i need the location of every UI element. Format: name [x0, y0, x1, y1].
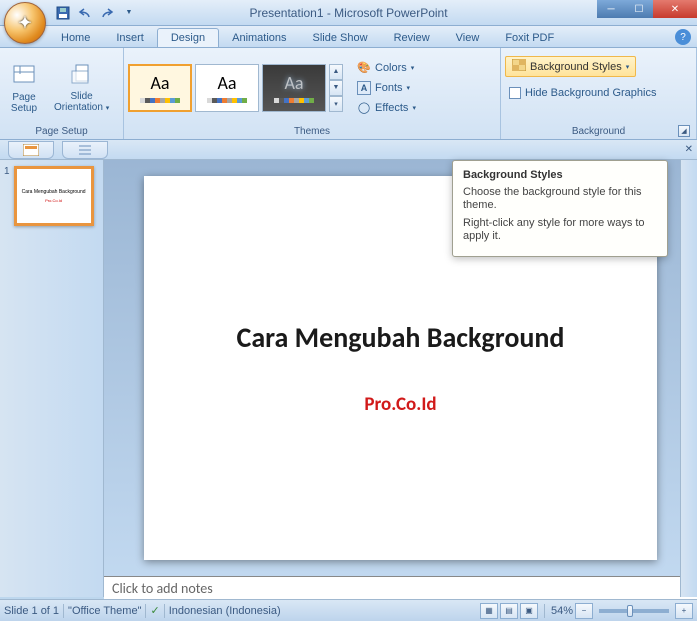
theme-colors-button[interactable]: 🎨Colors ▾ [353, 58, 420, 78]
thumb-title: Cara Mengubah Background [22, 189, 86, 195]
fonts-label: Fonts [375, 82, 403, 94]
colors-icon: 🎨 [357, 61, 371, 75]
hide-bg-graphics-checkbox[interactable]: Hide Background Graphics [505, 85, 660, 101]
zoom-in-button[interactable]: + [675, 603, 693, 619]
outline-pane-tab[interactable] [62, 141, 108, 159]
slide-title-text[interactable]: Cara Mengubah Background [237, 320, 565, 355]
bg-styles-label: Background Styles [530, 61, 622, 73]
tooltip-line1: Choose the background style for this the… [463, 186, 657, 212]
zoom-slider-handle[interactable] [627, 605, 633, 617]
status-theme: "Office Theme" [68, 605, 141, 617]
thumb-subtitle: Pro.Co.Id [45, 198, 62, 203]
checkbox-icon [509, 87, 521, 99]
tab-review[interactable]: Review [381, 29, 443, 47]
theme-aa-text: Aa [150, 72, 169, 94]
ribbon: Page Setup Slide Orientation ▾ Page Setu… [0, 48, 697, 140]
theme-thumb-1[interactable]: Aa [128, 64, 192, 112]
group-page-setup: Page Setup Slide Orientation ▾ Page Setu… [0, 48, 124, 139]
orientation-label: Slide Orientation ▾ [54, 91, 109, 114]
sorter-view-button[interactable]: ▤ [500, 603, 518, 619]
background-dialog-launcher[interactable]: ◢ [678, 125, 690, 137]
slide-orientation-button[interactable]: Slide Orientation ▾ [48, 59, 115, 116]
tooltip-line2: Right-click any style for more ways to a… [463, 217, 657, 243]
theme-effects-button[interactable]: ◯Effects ▾ [353, 98, 420, 118]
slide-subtitle-text[interactable]: Pro.Co.Id [364, 393, 436, 416]
theme-scroll-up[interactable]: ▲ [329, 64, 343, 80]
pane-tab-bar: ✕ [0, 140, 697, 160]
group-label-pagesetup: Page Setup [4, 125, 119, 139]
theme-fonts-button[interactable]: AFonts ▾ [353, 78, 420, 98]
tooltip-background-styles: Background Styles Choose the background … [452, 160, 668, 257]
effects-label: Effects [375, 102, 408, 114]
close-button[interactable]: ✕ [653, 0, 697, 18]
outline-tab-icon [78, 145, 92, 155]
hide-bg-label: Hide Background Graphics [525, 87, 656, 99]
tab-home[interactable]: Home [48, 29, 103, 47]
group-label-themes: Themes [128, 125, 496, 139]
thumb-number: 1 [4, 166, 10, 226]
theme-thumb-2[interactable]: Aa [195, 64, 259, 112]
tab-insert[interactable]: Insert [103, 29, 157, 47]
slide-thumbnail-1[interactable]: Cara Mengubah Background Pro.Co.Id [14, 166, 94, 226]
theme-aa-text: Aa [217, 72, 236, 94]
slides-pane-tab[interactable] [8, 141, 54, 159]
status-bar: Slide 1 of 1 "Office Theme" ✓ Indonesian… [0, 599, 697, 621]
tab-view[interactable]: View [443, 29, 493, 47]
office-logo-icon: ✦ [18, 13, 31, 33]
colors-label: Colors [375, 62, 407, 74]
maximize-button[interactable]: ☐ [625, 0, 653, 18]
window-controls: ─ ☐ ✕ [597, 0, 697, 18]
vertical-scrollbar[interactable] [680, 160, 697, 597]
group-background: Background Styles ▾ Hide Background Grap… [501, 48, 697, 139]
status-slide-number: Slide 1 of 1 [4, 605, 59, 617]
tab-slideshow[interactable]: Slide Show [300, 29, 381, 47]
slide-thumbnail-pane: 1 Cara Mengubah Background Pro.Co.Id [0, 160, 104, 597]
redo-icon[interactable] [98, 4, 116, 22]
tab-foxitpdf[interactable]: Foxit PDF [492, 29, 567, 47]
background-styles-icon [512, 59, 526, 74]
group-label-background: Background◢ [505, 125, 692, 139]
notes-pane[interactable]: Click to add notes [104, 576, 697, 600]
title-bar: ✦ ▼ Presentation1 - Microsoft PowerPoint… [0, 0, 697, 26]
theme-gallery-expand[interactable]: ▾ [329, 96, 343, 112]
theme-thumb-3[interactable]: Aa [262, 64, 326, 112]
normal-view-button[interactable]: ▦ [480, 603, 498, 619]
zoom-out-button[interactable]: − [575, 603, 593, 619]
tab-design[interactable]: Design [157, 28, 219, 47]
office-button[interactable]: ✦ [4, 2, 46, 44]
effects-icon: ◯ [357, 101, 371, 115]
group-themes: Aa Aa Aa ▲ ▼ ▾ 🎨 Colors ▾ [124, 48, 501, 139]
save-icon[interactable] [54, 4, 72, 22]
page-setup-label: Page Setup [11, 92, 37, 114]
slideshow-view-button[interactable]: ▣ [520, 603, 538, 619]
page-setup-icon [10, 62, 38, 90]
tooltip-title: Background Styles [463, 169, 657, 181]
theme-palette-icon [207, 98, 247, 103]
quick-access-toolbar: ▼ [54, 4, 138, 22]
tab-animations[interactable]: Animations [219, 29, 299, 47]
window-title: Presentation1 - Microsoft PowerPoint [249, 6, 447, 20]
theme-scroll-down[interactable]: ▼ [329, 80, 343, 96]
page-setup-button[interactable]: Page Setup [4, 60, 44, 116]
minimize-button[interactable]: ─ [597, 0, 625, 18]
qat-customize-icon[interactable]: ▼ [120, 4, 138, 22]
help-button[interactable]: ? [675, 29, 691, 45]
undo-icon[interactable] [76, 4, 94, 22]
ribbon-tabs: Home Insert Design Animations Slide Show… [0, 26, 697, 48]
status-language[interactable]: Indonesian (Indonesia) [169, 605, 281, 617]
zoom-slider[interactable] [599, 609, 669, 613]
fonts-icon: A [357, 81, 371, 95]
theme-palette-icon [140, 98, 180, 103]
spellcheck-icon[interactable]: ✓ [150, 604, 159, 617]
orientation-icon [68, 61, 96, 89]
slides-tab-icon [23, 144, 39, 156]
theme-aa-text: Aa [284, 72, 303, 94]
zoom-percent[interactable]: 54% [551, 605, 573, 617]
background-styles-button[interactable]: Background Styles ▾ [505, 56, 636, 77]
theme-palette-icon [274, 98, 314, 103]
close-pane-button[interactable]: ✕ [685, 144, 693, 155]
theme-gallery-nav: ▲ ▼ ▾ [329, 64, 343, 112]
